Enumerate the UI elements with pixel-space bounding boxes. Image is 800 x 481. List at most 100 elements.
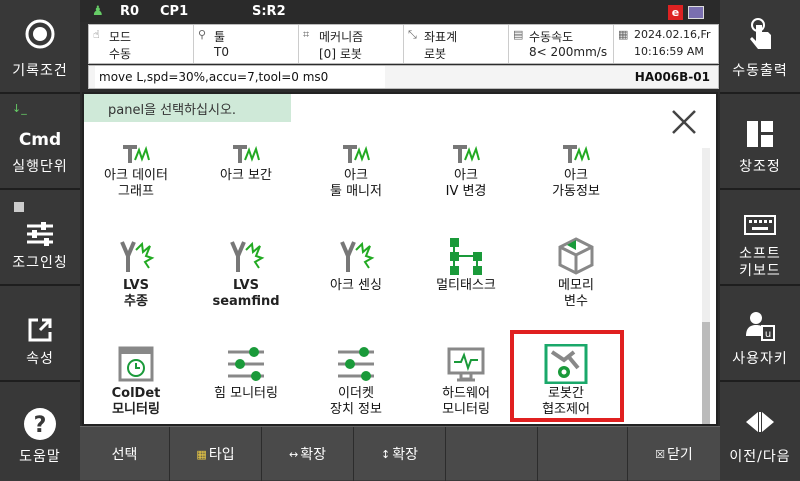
mode-cell[interactable]: ☝ 모드수동 bbox=[89, 25, 194, 63]
item-label: 아크 bbox=[454, 168, 478, 183]
arc-tool-manager-item[interactable]: 아크 툴 매니저 bbox=[306, 142, 406, 200]
type-button[interactable]: ▦ 타입 bbox=[170, 427, 262, 481]
close-box-icon: ☒ bbox=[655, 447, 666, 461]
expand-vertical-button[interactable]: ↕ 확장 bbox=[354, 427, 446, 481]
lvs-seamfind-item[interactable]: LVS seamfind bbox=[196, 234, 296, 310]
vertical-arrows-icon: ↕ bbox=[381, 447, 391, 461]
coldet-monitoring-item[interactable]: ColDet 모니터링 bbox=[86, 342, 186, 418]
prev-next-button[interactable]: 이전/다음 bbox=[720, 384, 800, 478]
item-label: 메모리 bbox=[558, 278, 594, 293]
property-button[interactable]: 속성 bbox=[0, 288, 80, 382]
memory-variable-item[interactable]: 메모리 변수 bbox=[526, 234, 626, 310]
arc-data-graph-item[interactable]: 아크 데이터 그래프 bbox=[86, 142, 186, 200]
arc-sensing-icon bbox=[306, 234, 406, 278]
arc-iv-change-item[interactable]: 아크 IV 변경 bbox=[416, 142, 516, 200]
scrollbar-thumb[interactable] bbox=[702, 322, 710, 424]
record-condition-label: 기록조건 bbox=[12, 63, 68, 79]
tool-label: 툴 bbox=[214, 30, 226, 44]
memory-cube-icon bbox=[526, 234, 626, 278]
speed-label: 수동속도 bbox=[529, 30, 574, 44]
item-label: LVS bbox=[233, 278, 259, 293]
empty-button-5[interactable] bbox=[446, 427, 538, 481]
window-icon bbox=[688, 6, 704, 19]
mode-value: 수동 bbox=[109, 47, 132, 61]
help-label: 도움말 bbox=[19, 449, 61, 465]
mechanism-cell[interactable]: ⌗ 메커니즘 [0] 로봇 bbox=[299, 25, 404, 63]
help-button[interactable]: ? 도움말 bbox=[0, 384, 80, 478]
select-button[interactable]: 선택 bbox=[80, 427, 170, 481]
arc-operation-info-item[interactable]: 아크 가동정보 bbox=[526, 142, 626, 200]
horizontal-arrows-icon: ↔ bbox=[289, 447, 299, 461]
coordinate-label: 좌표계 bbox=[424, 30, 458, 44]
sliders-icon bbox=[196, 342, 296, 386]
manual-output-button[interactable]: 수동출력 bbox=[720, 0, 800, 94]
select-label: 선택 bbox=[111, 447, 138, 463]
arc-welding-icon bbox=[306, 142, 406, 168]
item-label: 하드웨어 bbox=[442, 386, 490, 401]
lvs-sensor-icon bbox=[196, 234, 296, 278]
mechanism-value: [0] 로봇 bbox=[319, 47, 362, 61]
coordinate-cell[interactable]: ⤡ 좌표계 로봇 bbox=[404, 25, 509, 63]
command-text[interactable]: move L,spd=30%,accu=7,tool=0 ms0 bbox=[95, 66, 385, 88]
expand-horizontal-button[interactable]: ↔ 확장 bbox=[262, 427, 354, 481]
arc-welding-icon bbox=[86, 142, 186, 168]
monitor-pulse-icon bbox=[416, 342, 516, 386]
lvs-sensor-icon bbox=[86, 234, 186, 278]
item-sublabel: 툴 매니저 bbox=[330, 184, 382, 199]
item-sublabel: 모니터링 bbox=[112, 402, 160, 417]
robot-id: R0 bbox=[120, 4, 140, 19]
sliders-icon bbox=[306, 342, 406, 386]
item-sublabel: 추종 bbox=[124, 294, 148, 309]
tool-value: T0 bbox=[214, 45, 229, 59]
hardware-monitoring-item[interactable]: 하드웨어 모니터링 bbox=[416, 342, 516, 418]
cmd-exec-unit-button[interactable]: ↓_ Cmd 실행단위 bbox=[0, 96, 80, 190]
toggle-indicator bbox=[14, 202, 24, 212]
step-indicator-icon: ↓_ bbox=[12, 102, 27, 115]
coordinate-icon: ⤡ bbox=[408, 28, 417, 41]
close-button[interactable]: ☒ 닫기 bbox=[628, 427, 720, 481]
calendar-icon: ▦ bbox=[618, 28, 629, 41]
command-bar: move L,spd=30%,accu=7,tool=0 ms0 HA006B-… bbox=[88, 65, 719, 89]
lvs-tracking-item[interactable]: LVS 추종 bbox=[86, 234, 186, 310]
main-area: ♟ R0 CP1 S:R2 e ☝ 모드 수동 ⚲ 툴 T0 ⌗ 메커니즘 [0] 로봇 ⤡… bbox=[80, 0, 720, 480]
svg-text:u: u bbox=[765, 329, 771, 340]
scrollbar[interactable] bbox=[702, 148, 710, 424]
bottom-toolbar: 선택 ▦ 타입 ↔ 확장 ↕ 확장 ☒ 닫기 bbox=[80, 426, 720, 481]
time-value: 10:16:59 AM bbox=[634, 45, 704, 58]
user-key-button[interactable]: u 사용자키 bbox=[720, 288, 800, 382]
expand-h-label: 확장 bbox=[300, 447, 326, 463]
help-icon: ? bbox=[0, 404, 80, 444]
job-code: HA006B-01 bbox=[634, 70, 710, 84]
tool-cell[interactable]: ⚲ 툴 T0 bbox=[194, 25, 299, 63]
arc-interpolation-item[interactable]: 아크 보간 bbox=[196, 142, 296, 184]
close-icon[interactable] bbox=[670, 108, 698, 136]
exec-unit-label: 실행단위 bbox=[12, 159, 68, 175]
mechanism-label: 메커니즘 bbox=[319, 30, 364, 44]
external-link-icon bbox=[0, 310, 80, 350]
keyboard-icon bbox=[720, 210, 800, 240]
record-icon bbox=[0, 14, 80, 54]
multitask-item[interactable]: 멀티태스크 bbox=[416, 234, 516, 294]
force-monitoring-item[interactable]: 힘 모니터링 bbox=[196, 342, 296, 402]
item-sublabel: 장치 정보 bbox=[330, 402, 382, 417]
window-adjust-button[interactable]: 창조정 bbox=[720, 96, 800, 190]
hand-icon: ☝ bbox=[93, 28, 100, 41]
speed-value: 8< 200mm/s bbox=[529, 45, 608, 59]
record-condition-button[interactable]: 기록조건 bbox=[0, 0, 80, 94]
layout-icon bbox=[720, 114, 800, 154]
speed-cell[interactable]: ▤ 수동속도 8< 200mm/s bbox=[509, 25, 614, 63]
sliders-icon bbox=[0, 214, 80, 254]
info-bar: ☝ 모드 수동 ⚲ 툴 T0 ⌗ 메커니즘 [0] 로봇 ⤡ 좌표계 로봇 ▤ 수동속도 8< 20… bbox=[88, 24, 719, 64]
left-sidebar: 기록조건 ↓_ Cmd 실행단위 조그인칭 속성 ? 도움말 bbox=[0, 0, 80, 480]
panel-hint: panel을 선택하십시오. bbox=[84, 94, 291, 122]
ethercat-device-info-item[interactable]: 이더켓 장치 정보 bbox=[306, 342, 406, 418]
soft-keyboard-button[interactable]: 소프트 키보드 bbox=[720, 192, 800, 286]
mode-label: 모드 bbox=[109, 30, 132, 44]
arc-sensing-item[interactable]: 아크 센싱 bbox=[306, 234, 406, 294]
jog-inching-label: 조그인칭 bbox=[12, 255, 68, 271]
speed-icon: ▤ bbox=[513, 28, 524, 41]
error-badge[interactable]: e bbox=[668, 5, 683, 20]
empty-button-6[interactable] bbox=[538, 427, 628, 481]
arc-welding-icon bbox=[526, 142, 626, 168]
jog-inching-button[interactable]: 조그인칭 bbox=[0, 192, 80, 286]
